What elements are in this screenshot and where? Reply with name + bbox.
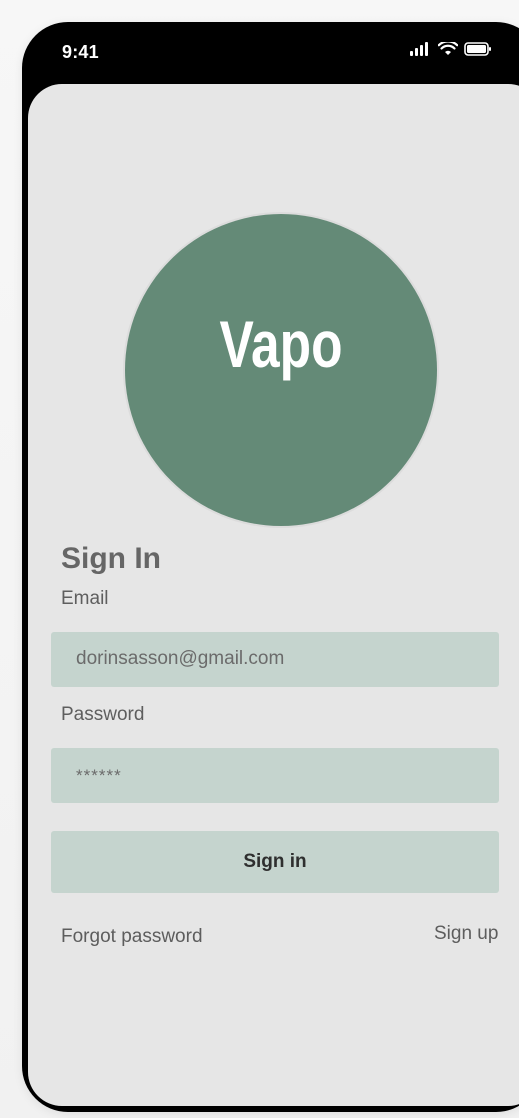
wifi-icon [438, 42, 458, 56]
email-label: Email [61, 588, 109, 609]
password-field[interactable]: ****** [51, 748, 499, 803]
page-title: Sign In [61, 542, 161, 575]
logo-text: Vapo [219, 307, 343, 381]
logo-circle: Vapo [125, 214, 437, 526]
app-screen: Vapo Sign In Email dorinsasson@gmail.com… [28, 84, 519, 1106]
email-value: dorinsasson@gmail.com [76, 648, 285, 669]
status-time: 9:41 [62, 42, 99, 62]
password-label: Password [61, 704, 145, 725]
phone-frame: 9:41 Vapo Sign In Email dorinsasson@gmai… [22, 22, 519, 1112]
email-field[interactable]: dorinsasson@gmail.com [51, 632, 499, 687]
password-value: ****** [76, 766, 122, 785]
forgot-password-link[interactable]: Forgot password [61, 926, 203, 948]
signal-icon [410, 42, 432, 56]
app-page: 9:41 Vapo Sign In Email dorinsasson@gmai… [0, 0, 519, 1118]
status-bar: 9:41 [22, 22, 519, 84]
sign-in-button[interactable]: Sign in [51, 831, 499, 893]
sign-up-link[interactable]: Sign up [434, 923, 498, 945]
status-icons [410, 42, 492, 56]
battery-icon [464, 42, 492, 56]
